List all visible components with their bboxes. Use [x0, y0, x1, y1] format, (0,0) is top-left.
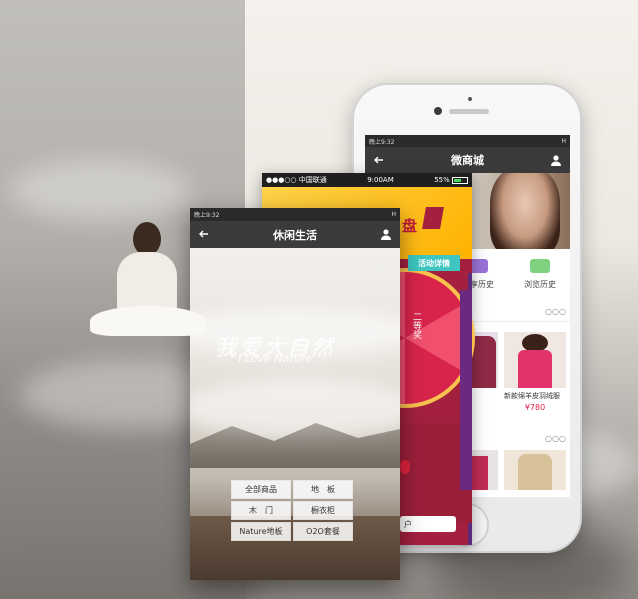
iphone-speaker	[449, 109, 489, 114]
user-icon[interactable]	[380, 225, 392, 244]
back-arrow-icon[interactable]	[373, 151, 385, 170]
status-bar: 晚上9:32 H	[190, 208, 400, 221]
iphone-sensor	[468, 97, 472, 101]
product-image	[504, 332, 566, 388]
product-card[interactable]	[504, 450, 566, 490]
status-time: 晚上9:32	[369, 138, 395, 146]
ticket-input[interactable]: 户	[400, 516, 456, 532]
yoga-woman-legs	[90, 306, 206, 336]
status-bar: 晚上9:32 H	[365, 135, 570, 147]
flag-icon	[422, 207, 444, 229]
browse-history-item[interactable]: 浏览历史	[518, 259, 562, 307]
menu-wardrobe[interactable]: 橱衣柜	[293, 501, 353, 520]
eye-icon	[530, 259, 550, 273]
user-icon[interactable]	[550, 151, 562, 170]
nav-bar: 休闲生活	[190, 221, 400, 248]
status-time: 晚上9:32	[194, 212, 220, 219]
category-menu: 全部商品 地 板 木 门 橱衣柜 Nature地板 O2O套餐	[231, 480, 353, 541]
product-name: 新款绵羊皮羽绒服	[504, 392, 560, 400]
menu-nature-floor[interactable]: Nature地板	[231, 522, 291, 541]
product-image	[504, 450, 566, 490]
activity-details-button[interactable]: 活动详情	[408, 255, 460, 271]
battery-percent: 55%	[434, 176, 450, 184]
menu-all-products[interactable]: 全部商品	[231, 480, 291, 499]
nav-bar: 微商城	[365, 147, 570, 173]
menu-wood-door[interactable]: 木 门	[231, 501, 291, 520]
battery-icon	[452, 176, 468, 184]
background-cloud	[10, 160, 190, 220]
status-signal: H	[391, 211, 396, 218]
menu-o2o-package[interactable]: O2O套餐	[293, 522, 353, 541]
purple-panel	[460, 290, 472, 490]
back-arrow-icon[interactable]	[198, 225, 210, 244]
yoga-woman-head	[133, 222, 161, 256]
iphone-camera	[434, 107, 442, 115]
product-card[interactable]: 新款绵羊皮羽绒服 ¥780	[504, 332, 566, 412]
page-title: 微商城	[451, 154, 484, 167]
mist	[190, 378, 400, 438]
battery-indicator: 55%	[434, 176, 468, 184]
product-price: ¥780	[524, 403, 546, 412]
wheel-prize-label: 二等奖	[411, 312, 421, 339]
status-time: 9:00AM	[367, 176, 394, 184]
tagline: I Love Nature	[238, 352, 312, 365]
model-photo	[490, 173, 560, 249]
status-bar: ●●●○○ 中国联通 9:00AM 55%	[262, 173, 472, 187]
page-title: 休闲生活	[273, 228, 317, 242]
status-carrier: ●●●○○ 中国联通	[266, 176, 327, 184]
status-signal: H	[561, 137, 566, 145]
menu-floor[interactable]: 地 板	[293, 480, 353, 499]
browse-history-label: 浏览历史	[524, 280, 556, 289]
yoga-woman-body	[117, 252, 177, 312]
banner-text: 盘	[402, 217, 418, 235]
wheel-pointer	[400, 460, 410, 474]
